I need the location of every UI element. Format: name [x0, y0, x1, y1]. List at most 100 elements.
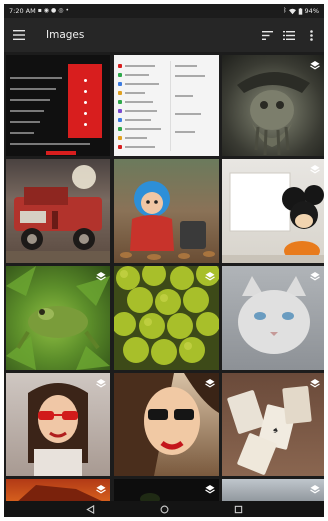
more-vert-icon — [309, 29, 313, 41]
grid-tile-partial-2[interactable] — [114, 479, 219, 503]
sp-icon — [118, 81, 122, 86]
battery-icon — [298, 7, 302, 15]
stack-layers-icon — [96, 485, 106, 494]
sp-line — [125, 118, 151, 121]
sp-icon — [118, 135, 122, 140]
sp-line — [125, 136, 147, 139]
grid-tile-green-frog[interactable] — [6, 266, 110, 370]
sp-line — [125, 109, 157, 112]
sp-item — [118, 63, 155, 68]
device-screen: 7:20 AM ▪ ◉ ● ◎ • ᛒ 94% Images ♠ — [4, 4, 324, 517]
view-toggle-button[interactable] — [278, 18, 300, 52]
sp-line — [125, 127, 161, 130]
home-button[interactable] — [156, 501, 172, 517]
child-leaves-art — [120, 181, 215, 260]
stack-layers-icon — [310, 61, 320, 70]
partial-photo-1-art — [16, 485, 106, 503]
sp-item — [118, 99, 153, 104]
stack-layers-icon — [96, 272, 106, 281]
overflow-menu-button[interactable] — [300, 18, 322, 52]
ss-dot — [84, 79, 87, 82]
sort-button[interactable] — [256, 18, 278, 52]
ss-dot — [84, 123, 87, 126]
stack-layers-icon — [205, 379, 215, 388]
playing-cards-art: ♠ — [227, 385, 312, 475]
sp-line — [175, 95, 193, 97]
sp-item — [118, 90, 145, 95]
sp-icon — [118, 99, 122, 104]
stack-layers-icon — [310, 272, 320, 281]
grey-cat-art — [238, 276, 310, 354]
bluetooth-icon: ᛒ — [282, 7, 287, 14]
notification-icon: ▪ — [37, 7, 42, 14]
ss-row — [10, 110, 44, 112]
chrome-icon: ◎ — [58, 7, 64, 14]
status-left: 7:20 AM ▪ ◉ ● ◎ • — [9, 7, 69, 15]
sp-divider — [170, 61, 214, 151]
ss-row — [10, 132, 34, 134]
stack-layers-icon — [96, 379, 106, 388]
status-right: ᛒ 94% — [283, 7, 319, 15]
stack-layers-icon — [310, 165, 320, 174]
mickey-toy-art — [222, 172, 324, 263]
battery-percent: 94% — [304, 7, 319, 15]
sp-icon — [118, 144, 122, 149]
app-bar: Images — [4, 18, 324, 52]
grid-tile-partial-1[interactable] — [6, 479, 110, 503]
grid-tile-grey-cat[interactable] — [222, 266, 324, 370]
ss-dot — [84, 90, 87, 93]
ss-dot — [84, 112, 87, 115]
grid-tile-mickey-toy[interactable] — [222, 159, 324, 263]
grid-tile-woman-red-glasses[interactable] — [6, 373, 110, 476]
recents-square-icon — [234, 505, 242, 513]
sync-icon: ◉ — [43, 7, 50, 14]
grid-tile-child-leaves[interactable] — [114, 159, 219, 263]
image-grid: ♠ — [4, 52, 324, 503]
sp-icon — [118, 126, 122, 131]
stack-layers-icon — [310, 379, 320, 388]
sp-line — [125, 73, 149, 76]
sp-item — [118, 108, 157, 113]
sp-line — [175, 75, 205, 77]
sp-line — [125, 100, 153, 103]
sp-item — [118, 72, 149, 77]
sp-item — [118, 144, 155, 149]
stack-layers-icon — [205, 272, 215, 281]
recents-button[interactable] — [230, 501, 246, 517]
screenshot-content — [6, 55, 109, 156]
ss-dot — [84, 101, 87, 104]
grid-tile-partial-3[interactable] — [222, 479, 324, 503]
sp-line — [125, 145, 155, 148]
sp-icon — [118, 72, 122, 77]
ss-red-button — [46, 151, 76, 155]
sp-icon — [118, 108, 122, 113]
sp-line — [175, 131, 195, 133]
stack-layers-icon — [205, 485, 215, 494]
ss-row — [10, 121, 40, 123]
grid-tile-playing-cards[interactable]: ♠ — [222, 373, 324, 476]
wifi-icon — [288, 8, 296, 14]
sort-icon — [261, 30, 273, 40]
grid-tile-pirate-statue[interactable] — [222, 55, 324, 156]
sp-icon — [118, 90, 122, 95]
menu-button[interactable] — [4, 18, 34, 52]
woman-closeup-art — [114, 373, 219, 476]
grid-tile-woman-red-glasses-closeup[interactable] — [114, 373, 219, 476]
dot-icon: • — [65, 7, 70, 14]
grid-tile-settings-list[interactable] — [114, 55, 219, 156]
ss-row — [10, 143, 90, 145]
partial-photo-2-art — [140, 493, 160, 503]
green-frog-art — [6, 266, 110, 370]
old-truck-art — [6, 165, 110, 263]
page-title: Images — [46, 29, 85, 41]
back-triangle-icon — [85, 504, 94, 514]
system-nav-bar — [4, 501, 324, 517]
sp-line — [125, 82, 159, 85]
sp-icon — [118, 117, 122, 122]
grid-tile-green-citrus[interactable] — [114, 266, 219, 370]
sp-line — [175, 65, 197, 67]
green-citrus-art — [114, 266, 219, 365]
grid-tile-settings-screenshot[interactable] — [6, 55, 110, 156]
back-button[interactable] — [82, 501, 98, 517]
grid-tile-old-truck[interactable] — [6, 159, 110, 263]
